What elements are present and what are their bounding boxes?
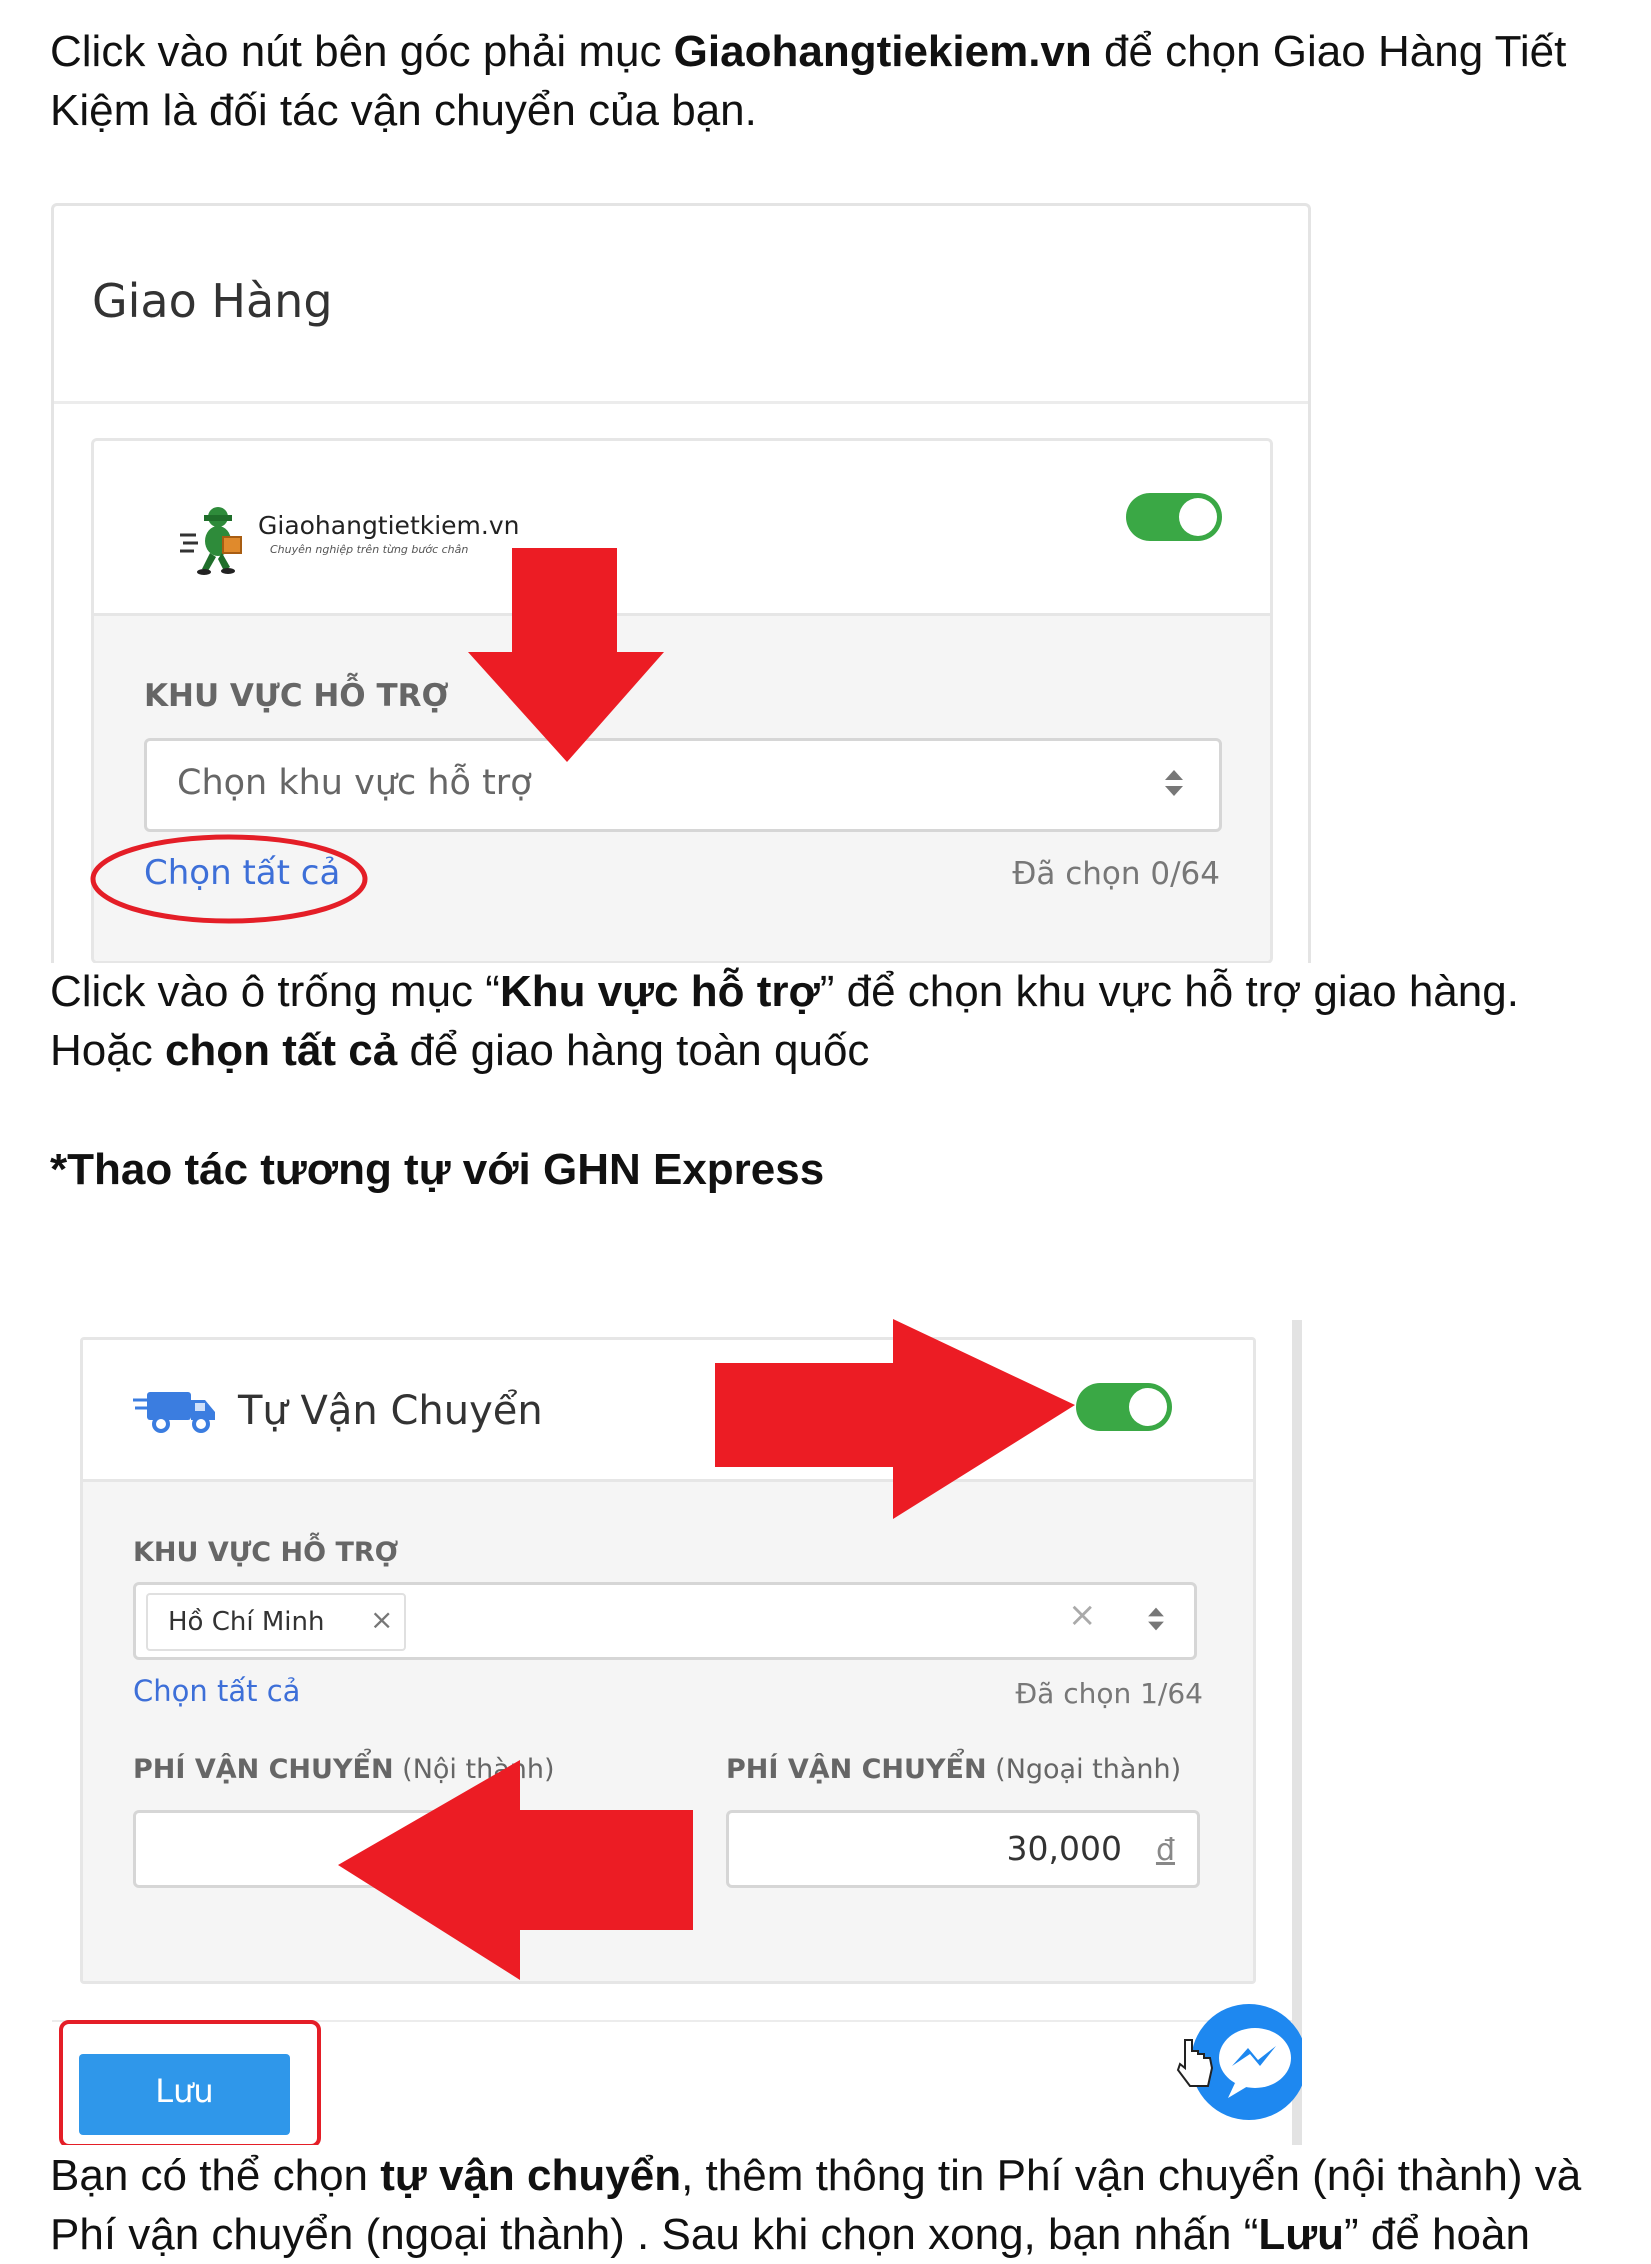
intro-bold: Giaohangtiekiem.vn xyxy=(673,27,1092,76)
region-multiselect[interactable]: Hồ Chí Minh × × xyxy=(133,1582,1197,1660)
save-highlight-box xyxy=(59,2020,321,2145)
final-paragraph: Bạn có thể chọn tự vận chuyển, thêm thôn… xyxy=(50,2146,1610,2264)
fee-inner-label-main: PHÍ VẬN CHUYỂN xyxy=(133,1754,394,1785)
ghtk-enable-toggle[interactable] xyxy=(1126,493,1222,541)
shipping-header: Giao Hàng xyxy=(54,206,1308,404)
instruction-bold-region: Khu vực hỗ trợ xyxy=(499,967,820,1016)
self-shipping-body: KHU VỰC HỖ TRỢ Hồ Chí Minh × × Chọn tất … xyxy=(83,1482,1253,1981)
fee-inner-value: 10,000 xyxy=(413,1829,529,1868)
fee-inner-input[interactable]: 10,000 đ xyxy=(133,1810,607,1888)
intro-text: Click vào nút bên góc phải mục xyxy=(50,27,674,76)
fee-inner-label-suffix: (Nội thành) xyxy=(402,1754,555,1785)
final-bold-save: Lưu xyxy=(1258,2210,1345,2259)
instruction-bold-select-all: chọn tất cả xyxy=(164,1026,398,1075)
select-all-link[interactable]: Chọn tất cả xyxy=(144,853,340,893)
self-shipping-card: Tự Vận Chuyển KHU VỰC HỖ TRỢ Hồ Chí Minh… xyxy=(80,1337,1256,1984)
region-chip: Hồ Chí Minh × xyxy=(146,1593,406,1651)
ghn-note: *Thao tác tương tự với GHN Express xyxy=(50,1145,825,1194)
final-bold-self-ship: tự vận chuyển xyxy=(380,2151,682,2200)
fee-outer-label-main: PHÍ VẬN CHUYỂN xyxy=(726,1754,987,1785)
final-text: Bạn có thể chọn xyxy=(50,2151,381,2200)
region-chip-label: Hồ Chí Minh xyxy=(168,1607,325,1637)
ghtk-card-body: KHU VỰC HỖ TRỢ Chọn khu vực hỗ trợ Chọn … xyxy=(94,616,1270,961)
toggle-knob xyxy=(1129,1388,1167,1426)
self-shipping-title: Tự Vận Chuyển xyxy=(238,1388,543,1434)
clear-icon[interactable]: × xyxy=(1068,1595,1097,1635)
self-shipping-toggle[interactable] xyxy=(1076,1383,1172,1431)
shipping-settings-screenshot: Giao Hàng Giaohangtietkiem.vn Chuyên ngh… xyxy=(51,203,1311,963)
intro-paragraph: Click vào nút bên góc phải mục Giaohangt… xyxy=(50,22,1610,140)
ghtk-card: Giaohangtietkiem.vn Chuyên nghiệp trên t… xyxy=(91,438,1273,963)
self-shipping-header: Tự Vận Chuyển xyxy=(83,1340,1253,1482)
region-label: KHU VỰC HỖ TRỢ xyxy=(144,678,449,714)
region-select[interactable]: Chọn khu vực hỗ trợ xyxy=(144,738,1222,832)
currency-symbol: đ xyxy=(1155,1833,1175,1868)
fee-outer-value: 30,000 xyxy=(1006,1829,1122,1868)
instruction-text: Click vào ô trống mục “ xyxy=(50,967,500,1016)
toggle-knob xyxy=(1179,498,1217,536)
fee-outer-label: PHÍ VẬN CHUYỂN (Ngoại thành) xyxy=(726,1754,1181,1785)
ghtk-name: Giaohangtietkiem.vn xyxy=(258,511,520,540)
selected-count: Đã chọn 0/64 xyxy=(1012,856,1220,892)
fee-inner-label: PHÍ VẬN CHUYỂN (Nội thành) xyxy=(133,1754,555,1785)
region-label: KHU VỰC HỖ TRỢ xyxy=(133,1537,399,1568)
currency-symbol: đ xyxy=(562,1833,582,1868)
ghtk-slogan: Chuyên nghiệp trên từng bước chân xyxy=(270,543,469,556)
delivery-man-icon xyxy=(180,507,242,575)
fee-outer-input[interactable]: 30,000 đ xyxy=(726,1810,1200,1888)
sort-icon xyxy=(1165,770,1183,796)
self-shipping-screenshot: Tự Vận Chuyển KHU VỰC HỖ TRỢ Hồ Chí Minh… xyxy=(52,1320,1302,2145)
ghtk-card-header: Giaohangtietkiem.vn Chuyên nghiệp trên t… xyxy=(94,441,1270,616)
chip-remove-icon[interactable]: × xyxy=(370,1603,393,1636)
instruction-paragraph: Click vào ô trống mục “Khu vực hỗ trợ” đ… xyxy=(50,962,1610,1080)
shipping-title: Giao Hàng xyxy=(92,274,333,328)
truck-icon xyxy=(133,1392,215,1433)
fee-outer-label-suffix: (Ngoại thành) xyxy=(995,1754,1182,1785)
select-all-link[interactable]: Chọn tất cả xyxy=(133,1674,300,1708)
selected-count: Đã chọn 1/64 xyxy=(1015,1677,1203,1710)
panel-edge xyxy=(1292,1320,1302,2145)
instruction-text-end: để giao hàng toàn quốc xyxy=(397,1026,870,1075)
ghtk-logo: Giaohangtietkiem.vn Chuyên nghiệp trên t… xyxy=(178,501,520,581)
final-text-end: ” để hoàn xyxy=(1344,2210,1530,2259)
region-select-placeholder: Chọn khu vực hỗ trợ xyxy=(177,763,532,803)
sort-icon xyxy=(1148,1607,1164,1631)
